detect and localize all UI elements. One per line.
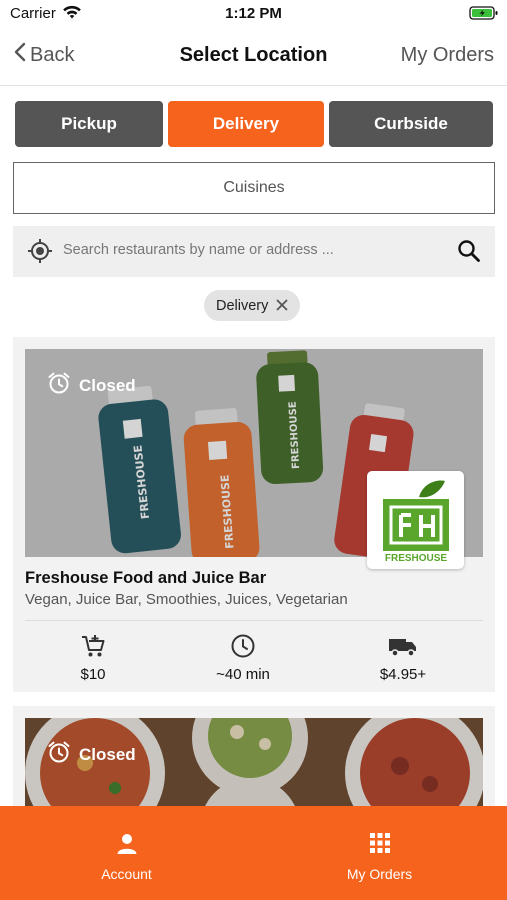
delivery-fee-value: $4.95+ [379,666,427,683]
delivery-time-value: ~40 min [216,666,270,683]
minimum-order: $10 [33,633,153,683]
my-orders-link[interactable]: My Orders [401,44,494,67]
tab-label: My Orders [346,866,413,882]
back-button[interactable]: Back [14,42,74,68]
filter-chip-label: Delivery [216,297,269,314]
chevron-left-icon [14,42,26,68]
pickup-tab[interactable]: Pickup [15,101,163,147]
close-icon[interactable] [274,297,290,317]
alarm-clock-icon [47,740,71,769]
restaurant-tags: Vegan, Juice Bar, Smoothies, Juices, Veg… [25,591,348,608]
back-label: Back [30,43,75,66]
restaurant-card[interactable]: FRESHOUSE FRESHOUSE FRESHOUSE [13,337,495,692]
search-input[interactable]: Search restaurants by name or address ..… [63,242,334,258]
curbside-tab[interactable]: Curbside [329,101,493,147]
bottom-tab-bar: Account My Orders [0,806,507,900]
restaurant-name: Freshouse Food and Juice Bar [25,569,267,587]
tab-account[interactable]: Account [0,806,253,900]
person-icon [0,832,253,856]
alarm-clock-icon [47,371,71,400]
location-target-icon[interactable] [27,238,53,269]
clock-time: 1:12 PM [225,5,282,22]
search-bar[interactable]: Search restaurants by name or address ..… [13,226,495,277]
closed-label: Closed [79,744,136,764]
delivery-fee: $4.95+ [343,633,463,683]
tab-my-orders[interactable]: My Orders [253,806,506,900]
closed-badge: Closed [47,371,136,400]
closed-badge: Closed [47,740,136,769]
closed-label: Closed [79,375,136,395]
delivery-time: ~40 min [183,633,303,683]
grid-icon [253,832,506,854]
search-icon[interactable] [457,239,481,268]
battery-icon [469,5,499,26]
navigation-bar: Back Select Location My Orders [0,28,507,86]
restaurant-logo: FRESHOUSE [367,471,464,569]
delivery-truck-icon [388,639,418,663]
divider [25,620,483,621]
status-bar: Carrier 1:12 PM [0,0,507,28]
clock-icon [230,634,256,663]
delivery-tab[interactable]: Delivery [168,101,324,147]
cuisines-button[interactable]: Cuisines [13,162,495,214]
tab-label: Account [101,866,152,882]
min-order-value: $10 [80,666,106,683]
logo-brand-text: FRESHOUSE [385,553,448,564]
delivery-filter-chip[interactable]: Delivery [204,290,300,321]
cart-plus-icon [80,635,106,663]
